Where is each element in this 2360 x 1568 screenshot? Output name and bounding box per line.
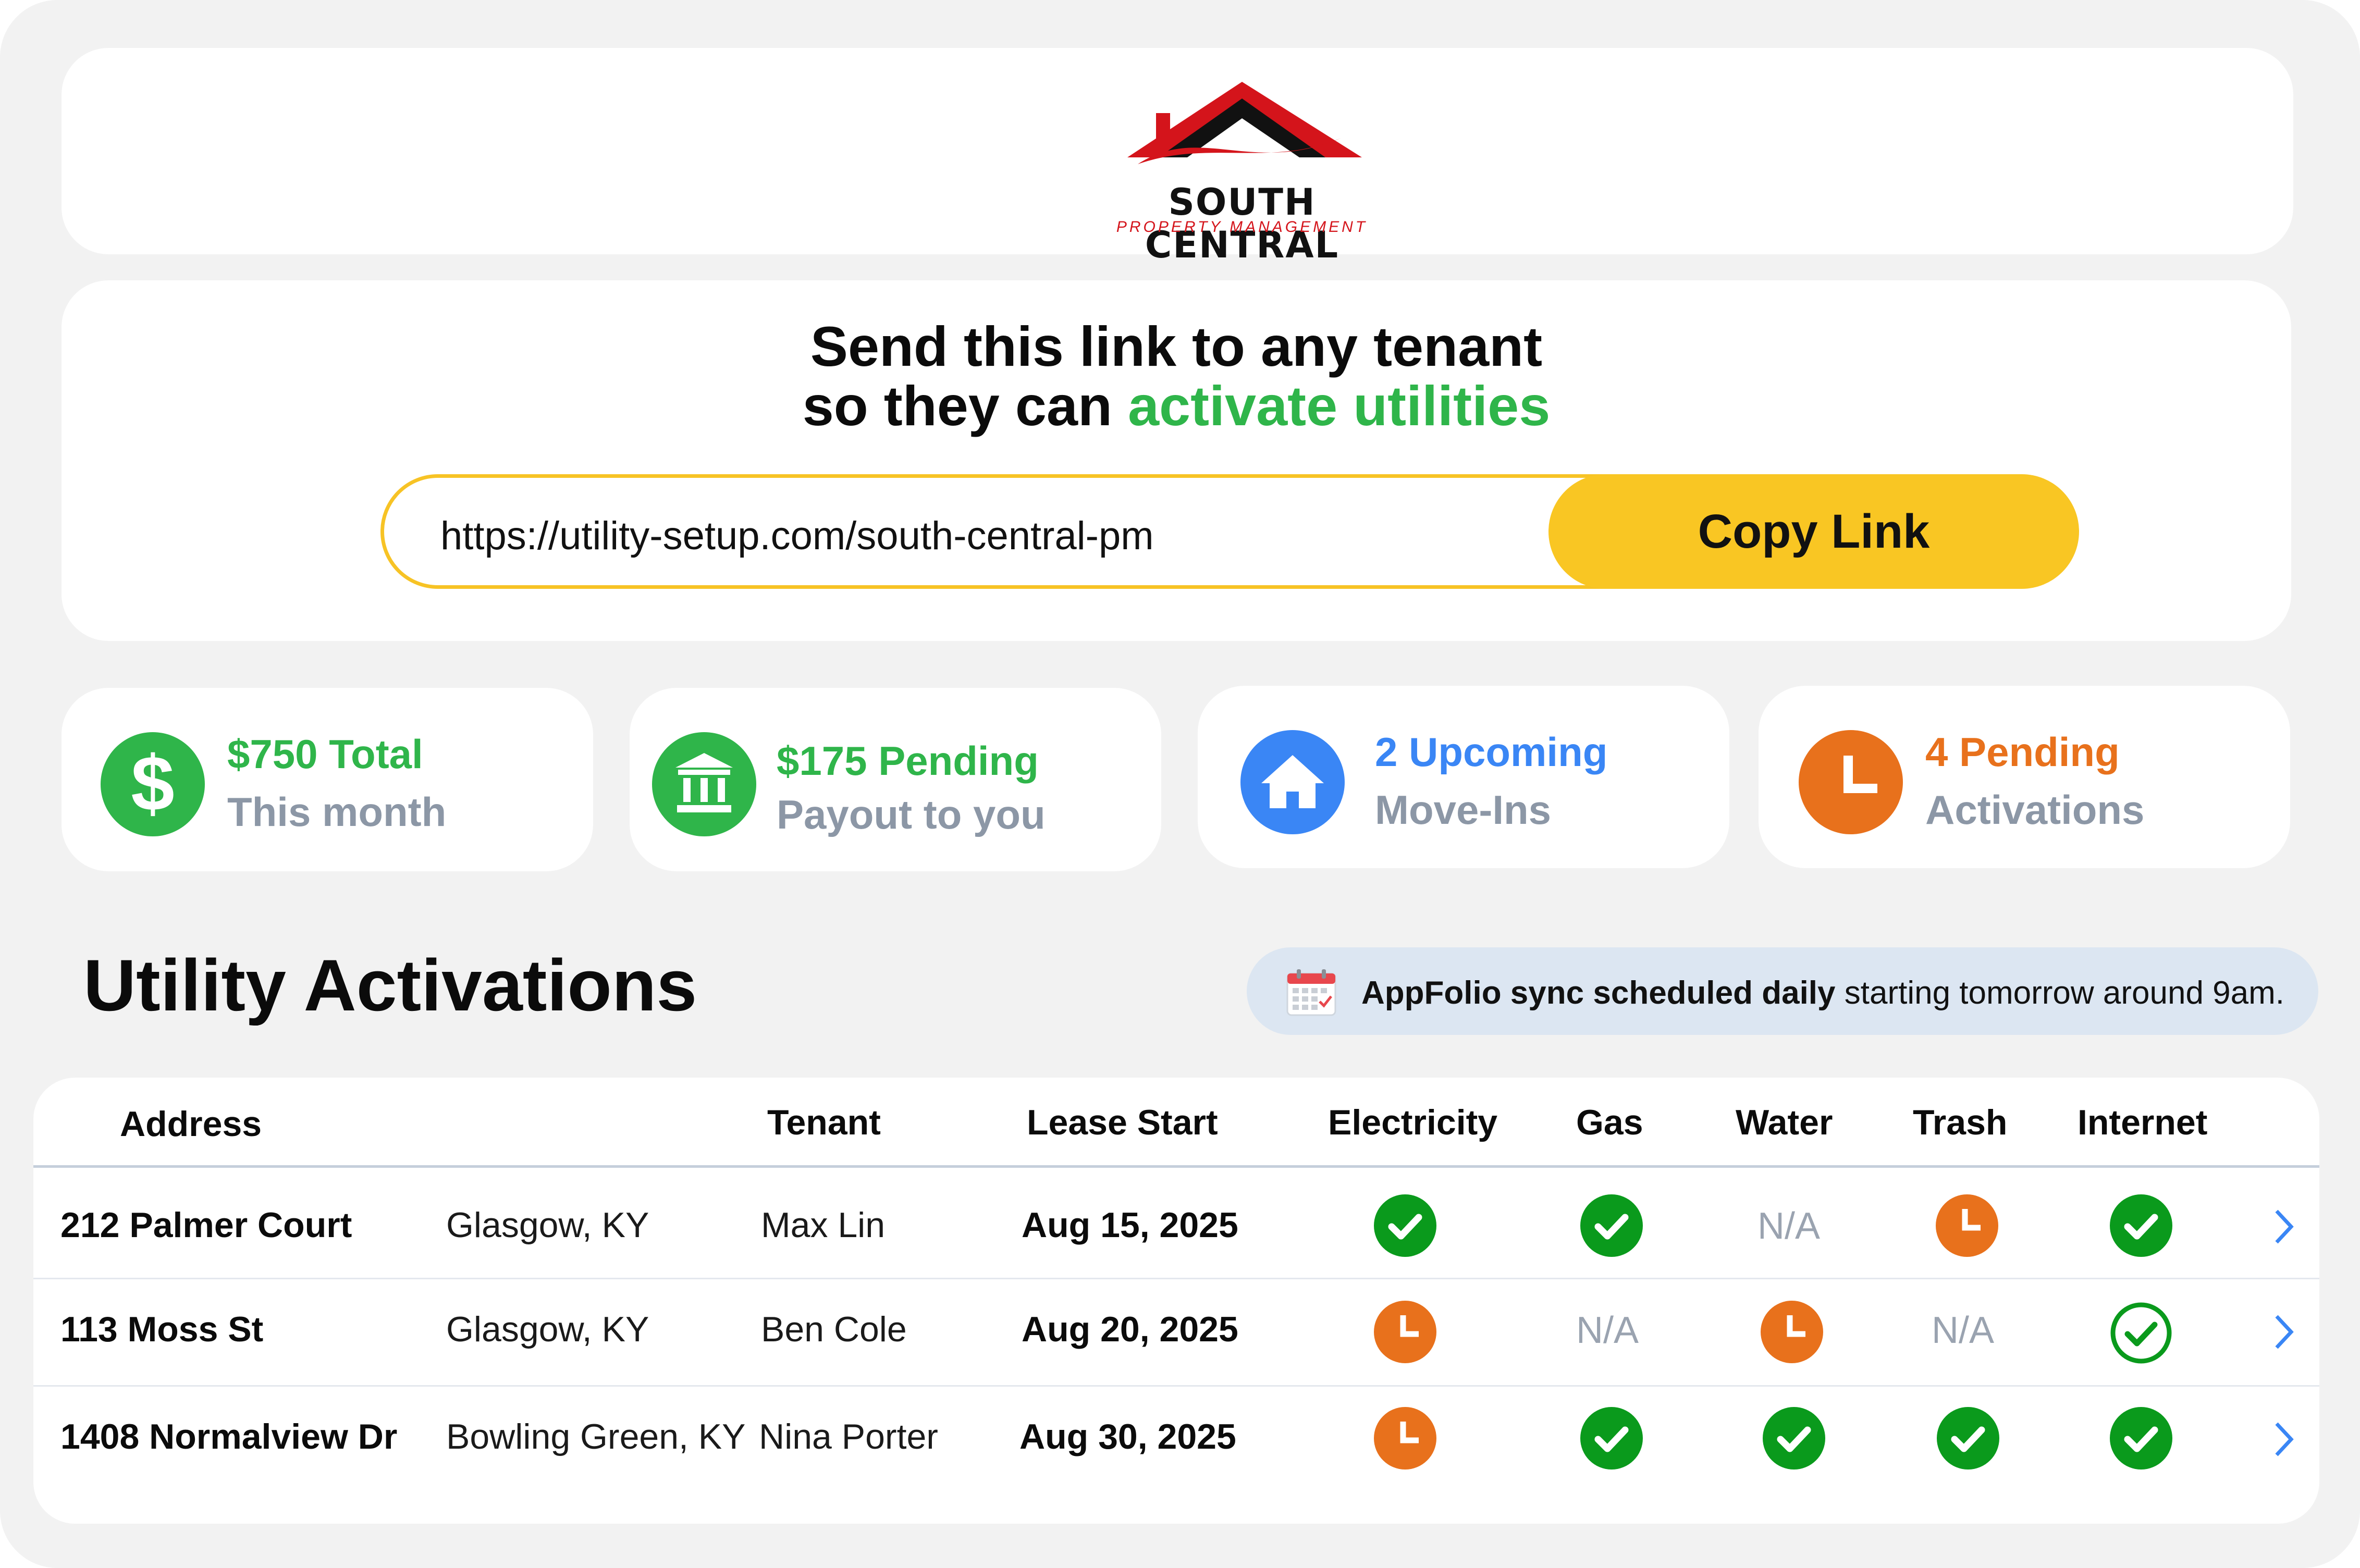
table-header-divider	[33, 1165, 2319, 1168]
col-header-trash: Trash	[1913, 1103, 2008, 1142]
chevron-right-icon[interactable]	[2267, 1418, 2298, 1460]
share-link-url[interactable]: https://utility-setup.com/south-central-…	[440, 513, 1154, 559]
row-city: Glasgow, KY	[446, 1205, 649, 1245]
row-city: Glasgow, KY	[446, 1310, 649, 1349]
stat-card-payout: $175 Pending Payout to you	[630, 688, 1161, 871]
col-header-water: Water	[1736, 1103, 1833, 1142]
share-link-card: Send this link to any tenant so they can…	[62, 280, 2291, 641]
clock-icon	[1935, 1193, 1999, 1258]
company-logo: SOUTH CENTRAL PROPERTY MANAGEMENT	[1080, 77, 1404, 266]
stat-card-activations: 4 Pending Activations	[1759, 686, 2290, 868]
calendar-icon	[1285, 968, 1337, 1019]
dollar-icon: $	[101, 732, 205, 836]
clock-icon	[1373, 1406, 1437, 1471]
logo-tagline: PROPERTY MANAGEMENT	[1116, 218, 1368, 236]
row-tenant: Nina Porter	[759, 1417, 938, 1456]
copy-link-button[interactable]: Copy Link	[1548, 474, 2079, 589]
row-city: Bowling Green, KY	[446, 1417, 746, 1456]
row-lease-start: Aug 15, 2025	[1022, 1205, 1238, 1245]
headline-line2-prefix: so they can	[802, 374, 1128, 437]
logo-card: SOUTH CENTRAL PROPERTY MANAGEMENT	[62, 48, 2293, 266]
share-headline: Send this link to any tenant so they can…	[62, 317, 2291, 436]
col-header-electricity: Electricity	[1328, 1103, 1498, 1142]
headline-line2: so they can activate utilities	[62, 376, 2291, 436]
stat-card-total: $ $750 Total This month	[62, 688, 593, 871]
sync-banner-rest: starting tomorrow around 9am.	[1835, 975, 2285, 1011]
chevron-right-icon[interactable]	[2267, 1206, 2298, 1248]
sync-banner-text: AppFolio sync scheduled daily starting t…	[1361, 974, 2284, 1011]
na-text: N/A	[1757, 1205, 1821, 1247]
check-icon	[1762, 1406, 1826, 1471]
col-header-internet: Internet	[2078, 1103, 2208, 1142]
section-title: Utility Activations	[83, 944, 697, 1026]
row-divider	[33, 1278, 2319, 1279]
col-header-lease-start: Lease Start	[1027, 1103, 1218, 1142]
app-frame: SOUTH CENTRAL PROPERTY MANAGEMENT Send t…	[0, 0, 2360, 1568]
roof-logo-icon	[1127, 82, 1362, 164]
stat-activations-value: 4 Pending	[1925, 729, 2120, 775]
stat-moveins-value: 2 Upcoming	[1375, 729, 1608, 775]
stat-total-value: $750 Total	[227, 731, 423, 777]
clock-icon	[1760, 1300, 1824, 1364]
row-divider	[33, 1385, 2319, 1387]
check-outline-icon	[2109, 1301, 2173, 1365]
check-icon	[2109, 1193, 2173, 1258]
headline-line1: Send this link to any tenant	[810, 315, 1543, 378]
na-text: N/A	[1932, 1310, 1995, 1351]
bank-icon	[652, 732, 756, 836]
clock-icon	[1373, 1300, 1437, 1364]
stat-activations-label: Activations	[1925, 787, 2145, 833]
stat-card-moveins: 2 Upcoming Move-Ins	[1198, 686, 1729, 868]
na-text: N/A	[1576, 1310, 1639, 1351]
col-header-tenant: Tenant	[767, 1103, 881, 1142]
stat-payout-label: Payout to you	[777, 792, 1046, 837]
stat-moveins-label: Move-Ins	[1375, 787, 1552, 833]
col-header-gas: Gas	[1576, 1103, 1643, 1142]
house-icon	[1240, 730, 1345, 834]
row-street: 113 Moss St	[60, 1310, 264, 1349]
check-icon	[1579, 1193, 1644, 1258]
row-lease-start: Aug 30, 2025	[1019, 1417, 1236, 1456]
row-tenant: Max Lin	[761, 1205, 886, 1245]
check-icon	[1373, 1193, 1437, 1258]
row-street: 212 Palmer Court	[60, 1205, 352, 1245]
svg-text:$: $	[131, 739, 174, 827]
headline-accent: activate utilities	[1127, 374, 1551, 437]
sync-banner-bold: AppFolio sync scheduled daily	[1361, 975, 1836, 1011]
chevron-right-icon[interactable]	[2267, 1311, 2298, 1353]
stat-payout-value: $175 Pending	[777, 738, 1039, 784]
check-icon	[2109, 1406, 2173, 1471]
clock-icon	[1799, 730, 1903, 834]
col-header-address: Address	[120, 1104, 262, 1144]
sync-banner: AppFolio sync scheduled daily starting t…	[1247, 947, 2318, 1035]
row-lease-start: Aug 20, 2025	[1022, 1310, 1238, 1349]
row-street: 1408 Normalview Dr	[60, 1417, 398, 1456]
row-tenant: Ben Cole	[761, 1310, 907, 1349]
check-icon	[1936, 1406, 2000, 1471]
stat-total-label: This month	[227, 789, 447, 835]
check-icon	[1579, 1406, 1644, 1471]
